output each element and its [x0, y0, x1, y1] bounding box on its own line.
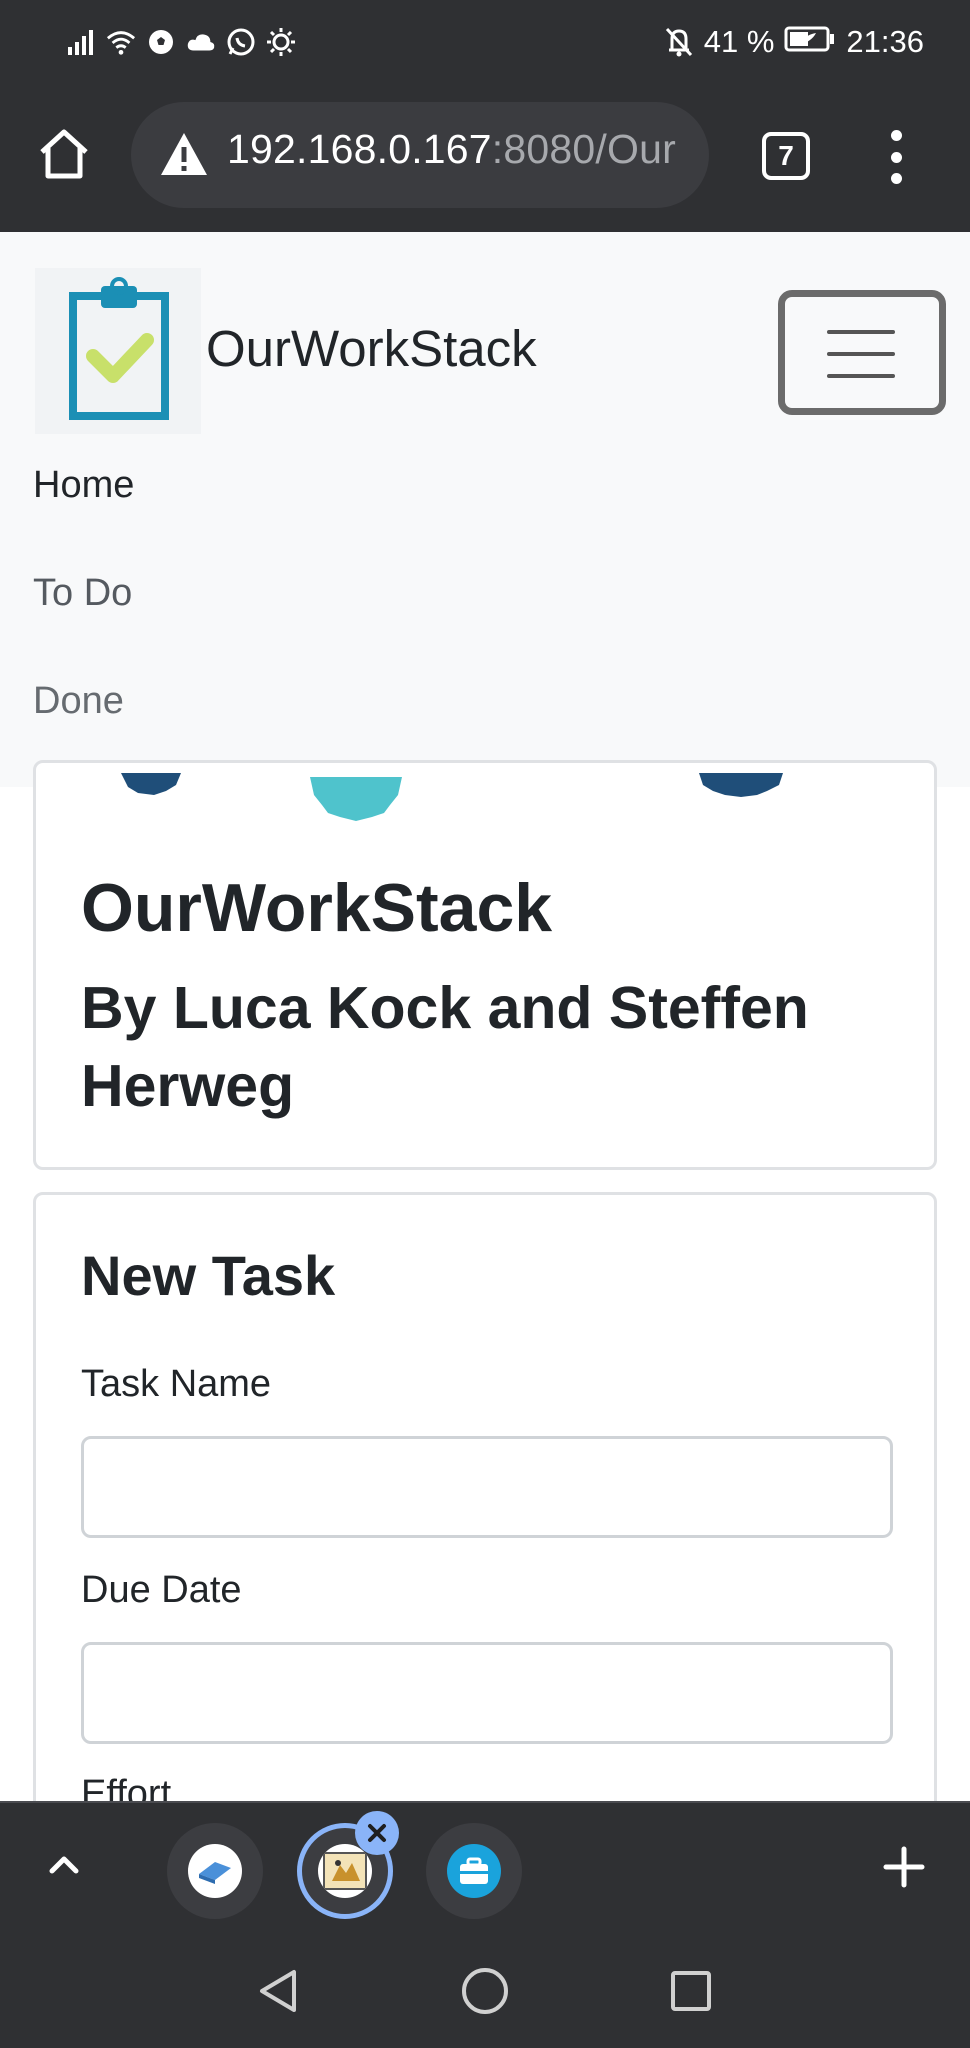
- nav-link-todo[interactable]: To Do: [33, 572, 132, 615]
- close-tab-button[interactable]: [355, 1811, 399, 1855]
- nav-link-done[interactable]: Done: [33, 680, 124, 723]
- mute-icon: [664, 27, 694, 57]
- battery-percent: 41 %: [703, 24, 775, 59]
- tab-strip: [0, 1801, 970, 1930]
- menu-dot: [890, 173, 902, 184]
- brand-name[interactable]: OurWorkStack: [206, 319, 537, 378]
- tab-switcher-button[interactable]: 7: [762, 132, 810, 180]
- url-host: 192.168.0.167: [227, 126, 492, 172]
- browser-toolbar: 192.168.0.167:8080/Our 7: [0, 84, 970, 232]
- tab-count: 7: [778, 140, 794, 171]
- gear-icon: [310, 777, 402, 821]
- due-date-label: Due Date: [81, 1569, 242, 1611]
- browser-menu-button[interactable]: [872, 130, 920, 184]
- system-navigation-bar: [0, 1930, 970, 2048]
- back-icon[interactable]: [252, 1964, 306, 2018]
- tab-favicon: [447, 1844, 501, 1898]
- brightness-icon: [266, 27, 296, 57]
- hero-subtitle: By Luca Kock and Steffen Herweg: [81, 975, 809, 1119]
- cloud-icon: [186, 27, 216, 57]
- url-text[interactable]: 192.168.0.167:8080/Our: [227, 126, 676, 173]
- gear-icon: [121, 773, 181, 795]
- tab-thumbnail[interactable]: [167, 1823, 263, 1919]
- tab-favicon: [188, 1844, 242, 1898]
- warning-icon[interactable]: [159, 131, 209, 177]
- hero-card: OurWorkStack By Luca Kock and Steffen He…: [33, 760, 937, 1170]
- url-path: :8080/Our: [491, 126, 676, 172]
- status-icons-right: 41 % 21:36: [664, 20, 924, 64]
- hamburger-icon: [827, 330, 895, 378]
- form-title: New Task: [81, 1244, 336, 1307]
- soccer-icon: [146, 27, 176, 57]
- whatsapp-icon: [226, 27, 256, 57]
- status-icons-left: [66, 22, 296, 62]
- menu-dot: [890, 151, 902, 163]
- url-bar[interactable]: 192.168.0.167:8080/Our: [131, 102, 709, 208]
- home-circle-icon[interactable]: [458, 1964, 512, 2018]
- due-date-input[interactable]: [81, 1642, 893, 1744]
- navbar-toggle-button[interactable]: [778, 290, 946, 415]
- task-name-input[interactable]: [81, 1436, 893, 1538]
- menu-dot: [890, 130, 902, 141]
- wifi-icon: [106, 27, 136, 57]
- gear-icon: [699, 773, 783, 797]
- battery-icon: [784, 24, 836, 60]
- task-name-label: Task Name: [81, 1363, 272, 1405]
- status-bar: 41 % 21:36: [0, 0, 970, 84]
- signal-icon: [66, 27, 96, 57]
- clock: 21:36: [846, 24, 924, 59]
- home-icon[interactable]: [36, 126, 92, 182]
- add-tab-icon[interactable]: [880, 1843, 928, 1891]
- chevron-up-icon[interactable]: [44, 1845, 84, 1885]
- hero-title: OurWorkStack: [81, 870, 553, 946]
- clipboard-check-icon: [69, 277, 169, 420]
- close-icon: [368, 1824, 386, 1842]
- brand-logo[interactable]: [35, 268, 201, 434]
- recents-icon[interactable]: [664, 1964, 718, 2018]
- nav-link-home[interactable]: Home: [33, 464, 134, 507]
- app-navbar: OurWorkStack Home To Do Done: [0, 232, 970, 787]
- tab-thumbnail[interactable]: [426, 1823, 522, 1919]
- tab-favicon: [318, 1844, 372, 1898]
